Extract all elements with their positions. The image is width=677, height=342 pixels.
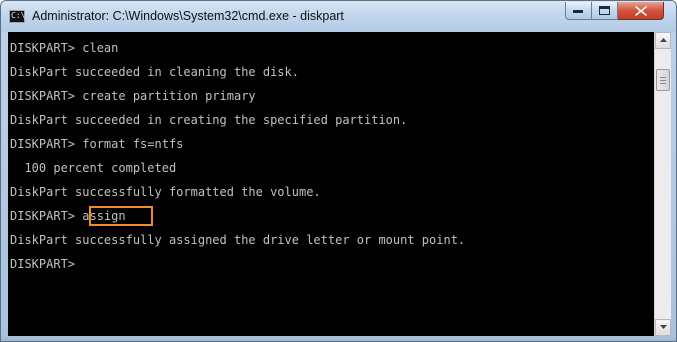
cmd-icon[interactable]: C:\: [9, 10, 25, 23]
scroll-thumb[interactable]: [656, 69, 670, 91]
maximize-button[interactable]: [592, 2, 618, 20]
minimize-button[interactable]: [565, 2, 592, 20]
console-output[interactable]: DISKPART> clean DiskPart succeeded in cl…: [8, 32, 654, 336]
console-line: DISKPART> clean: [10, 41, 119, 55]
scroll-up-arrow-icon: [659, 38, 667, 42]
window-title: Administrator: C:\Windows\System32\cmd.e…: [32, 9, 344, 23]
vertical-scrollbar[interactable]: [654, 32, 671, 336]
console-line: DISKPART> create partition primary: [10, 89, 256, 103]
minimize-icon: [573, 9, 583, 13]
console-line: DISKPART> format fs=ntfs: [10, 137, 184, 151]
cmd-window: C:\ Administrator: C:\Windows\System32\c…: [0, 0, 677, 342]
cmd-icon-glyph: C:\: [11, 11, 26, 20]
title-bar[interactable]: C:\ Administrator: C:\Windows\System32\c…: [1, 1, 676, 32]
close-button[interactable]: [618, 2, 664, 20]
console-line: DiskPart succeeded in creating the speci…: [10, 113, 408, 127]
maximize-icon: [599, 5, 610, 15]
scroll-up-button[interactable]: [655, 32, 671, 49]
scroll-down-button[interactable]: [655, 319, 671, 336]
window-bottom-border: [1, 336, 676, 341]
console-line: DiskPart successfully formatted the volu…: [10, 185, 321, 199]
scroll-down-arrow-icon: [659, 325, 667, 329]
close-icon: [634, 5, 647, 16]
console-line: DiskPart successfully assigned the drive…: [10, 233, 466, 247]
console-line: DiskPart succeeded in cleaning the disk.: [10, 65, 299, 79]
console-line: DISKPART>: [10, 257, 76, 271]
console-line: 100 percent completed: [10, 161, 177, 175]
assign-command-highlight: [89, 206, 153, 226]
